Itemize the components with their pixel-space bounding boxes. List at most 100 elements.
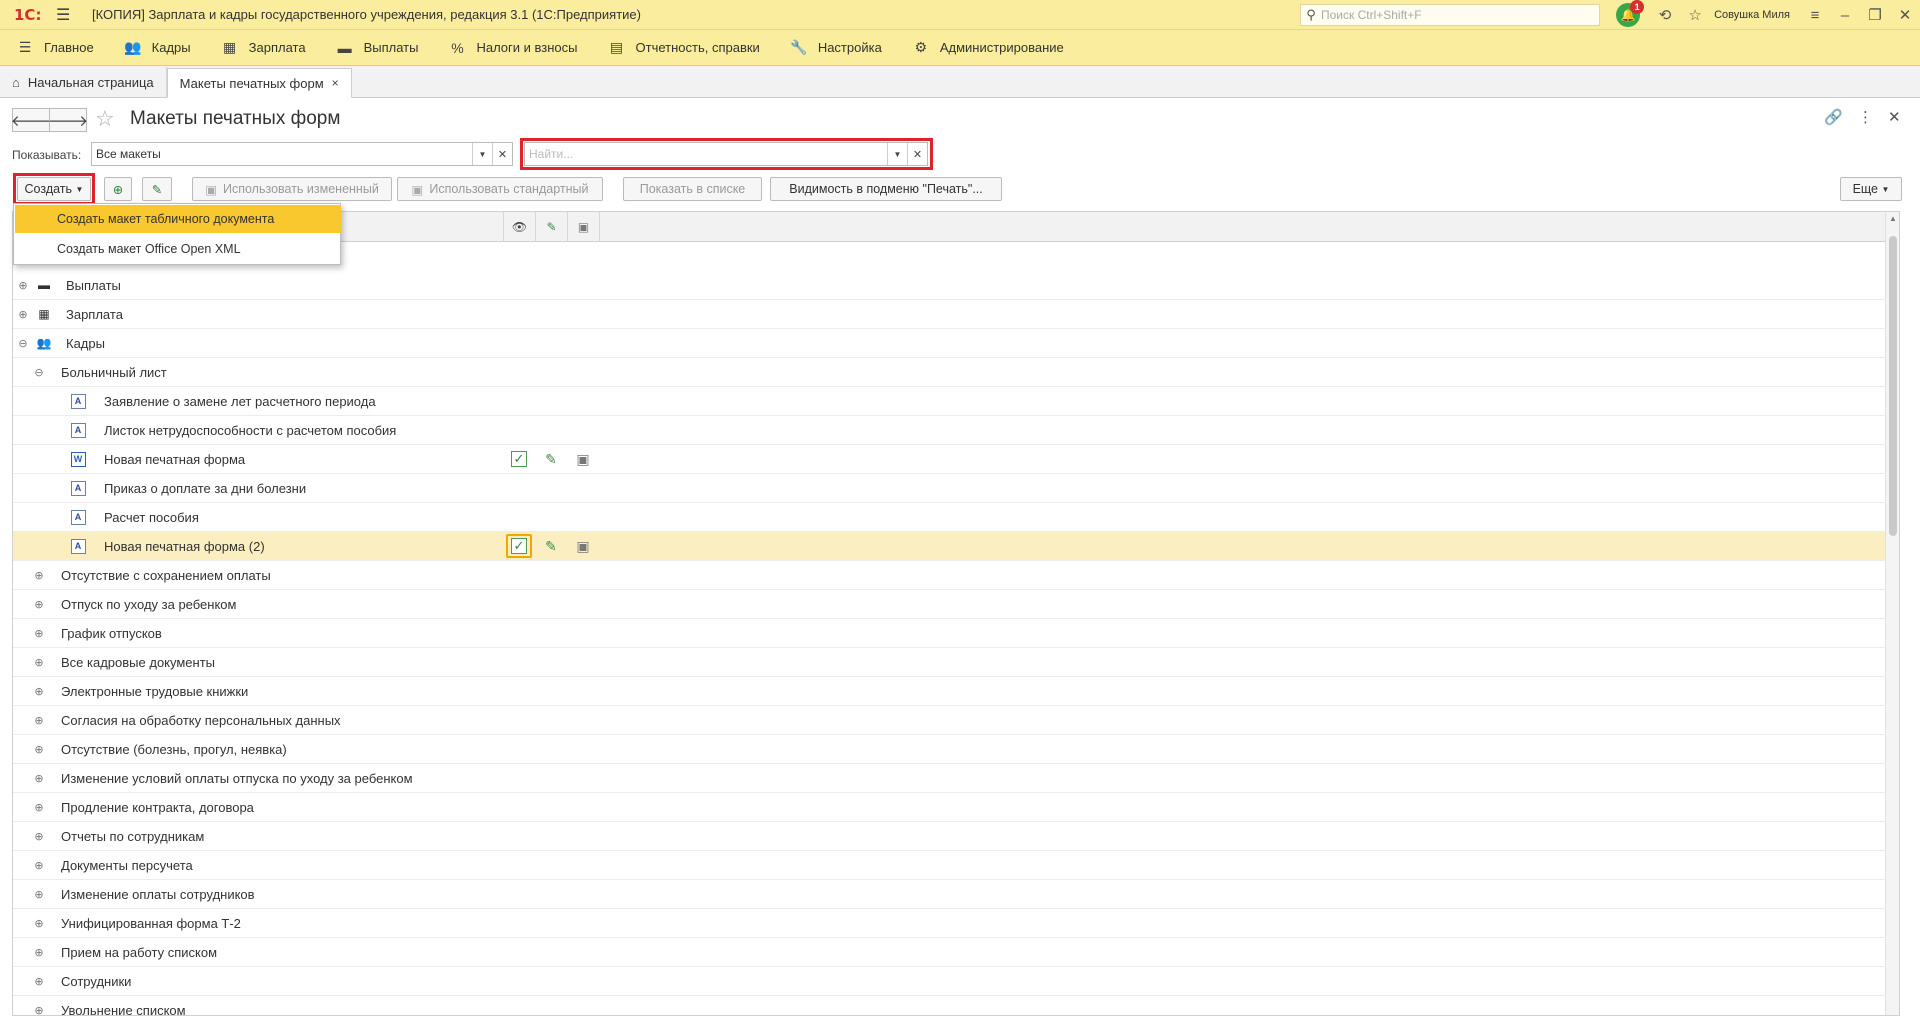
table-row[interactable]: ⊖ Больничный лист [13, 358, 1887, 387]
use-modified-button[interactable]: ▣ Использовать измененный [192, 177, 392, 201]
expand-icon[interactable]: ⊕ [33, 743, 45, 756]
table-row[interactable]: ⊕ График отпусков [13, 619, 1887, 648]
scroll-up-icon[interactable]: ▲ [1886, 212, 1899, 226]
expand-icon[interactable]: ⊕ [33, 859, 45, 872]
menu-settings[interactable]: 🔧 Настройка [774, 30, 896, 66]
table-row[interactable]: A Расчет пособия [13, 503, 1887, 532]
table-row[interactable]: ⊕ Продление контракта, договора [13, 793, 1887, 822]
close-window-icon[interactable]: ✕ [1890, 6, 1920, 24]
link-icon[interactable]: 🔗 [1824, 108, 1843, 126]
table-row[interactable]: ⊕ Унифицированная форма Т-2 [13, 909, 1887, 938]
edit-button[interactable]: ✎ [142, 177, 172, 201]
visible-checkbox[interactable]: ✓ [506, 447, 532, 471]
col-stamp-icon[interactable]: ▣ [567, 212, 599, 242]
table-row[interactable]: A Новая печатная форма (2) ✓ ✎ ▣ [13, 532, 1887, 561]
table-row[interactable]: ⊖ 👥 Кадры [13, 329, 1887, 358]
menu-payments[interactable]: ▬ Выплаты [320, 30, 433, 66]
menu-admin[interactable]: ⚙ Администрирование [896, 30, 1078, 66]
add-from-file-button[interactable]: ⊕ [104, 177, 132, 201]
expand-icon[interactable]: ⊕ [33, 946, 45, 959]
forward-button[interactable]: 🡒 [48, 108, 88, 132]
maximize-icon[interactable]: ❐ [1860, 6, 1890, 24]
edited-pencil-icon[interactable]: ✎ [538, 447, 564, 471]
favorites-star-icon[interactable]: ☆ [1680, 6, 1710, 24]
history-icon[interactable]: ⟲ [1650, 6, 1680, 24]
edited-pencil-icon[interactable]: ✎ [538, 534, 564, 558]
table-row[interactable]: A Листок нетрудоспособности с расчетом по… [13, 416, 1887, 445]
global-search-input[interactable]: ⚲ Поиск Ctrl+Shift+F [1300, 4, 1600, 26]
show-in-list-button[interactable]: Показать в списке [623, 177, 762, 201]
menu-taxes[interactable]: % Налоги и взносы [432, 30, 591, 66]
expand-icon[interactable]: ⊕ [33, 656, 45, 669]
table-row[interactable]: ⊕ Прием на работу списком [13, 938, 1887, 967]
expand-icon[interactable]: ⊕ [33, 569, 45, 582]
more-button[interactable]: Еще ▼ [1840, 177, 1902, 201]
expand-icon[interactable]: ⊕ [33, 975, 45, 988]
vertical-scrollbar[interactable]: ▲ [1885, 212, 1899, 1015]
menu-item-create-spreadsheet[interactable]: Создать макет табличного документа [15, 205, 341, 233]
expand-icon[interactable]: ⊕ [33, 714, 45, 727]
expand-icon[interactable]: ⊕ [33, 772, 45, 785]
collapse-icon[interactable]: ⊖ [17, 337, 29, 350]
minimize-icon[interactable]: – [1830, 7, 1860, 24]
expand-icon[interactable]: ⊕ [33, 888, 45, 901]
more-vertical-icon[interactable]: ⋮ [1858, 108, 1873, 126]
col-edited-icon[interactable]: ✎ [535, 212, 567, 242]
expand-icon[interactable]: ⊕ [33, 627, 45, 640]
notifications-bell-icon[interactable]: 🔔 1 [1616, 0, 1645, 27]
visibility-label: Видимость в подменю "Печать"... [789, 182, 983, 196]
favorite-star-icon[interactable]: ☆ [95, 106, 115, 132]
expand-icon[interactable]: ⊕ [33, 1004, 45, 1016]
table-row[interactable]: ⊕ Электронные трудовые книжки [13, 677, 1887, 706]
stamp-icon[interactable]: ▣ [570, 447, 596, 471]
clear-icon[interactable]: ✕ [492, 143, 512, 165]
tab-home[interactable]: ⌂ Начальная страница [0, 67, 167, 97]
menu-reports[interactable]: ▤ Отчетность, справки [592, 30, 774, 66]
dropdown-arrow-icon[interactable]: ▼ [472, 143, 492, 165]
col-visible-icon[interactable]: 👁 [503, 212, 535, 242]
table-row[interactable]: ⊕ Увольнение списком [13, 996, 1887, 1016]
menu-main[interactable]: ☰ Главное [0, 30, 108, 66]
title-bar: 1С: ☰ [КОПИЯ] Зарплата и кадры государст… [0, 0, 1920, 30]
table-row[interactable]: ⊕ Сотрудники [13, 967, 1887, 996]
scroll-thumb[interactable] [1889, 236, 1897, 536]
table-row[interactable]: A Заявление о замене лет расчетного перио… [13, 387, 1887, 416]
table-row[interactable]: A Приказ о доплате за дни болезни [13, 474, 1887, 503]
expand-icon[interactable]: ⊕ [33, 917, 45, 930]
table-row[interactable]: ⊕ Изменение условий оплаты отпуска по ухо… [13, 764, 1887, 793]
table-row[interactable]: ⊕ Отпуск по уходу за ребенком [13, 590, 1887, 619]
table-row[interactable]: ⊕ Согласия на обработку персональных данн… [13, 706, 1887, 735]
menu-hr[interactable]: 👥 Кадры [108, 30, 205, 66]
tab-close-icon[interactable]: × [332, 76, 339, 90]
visible-checkbox[interactable]: ✓ [506, 534, 532, 558]
expand-icon[interactable]: ⊕ [17, 308, 29, 321]
menu-item-create-ooxml[interactable]: Создать макет Office Open XML [15, 235, 341, 263]
table-row[interactable]: ⊕ ▬ Выплаты [13, 271, 1887, 300]
menu-salary[interactable]: ▦ Зарплата [205, 30, 320, 66]
table-row[interactable]: ⊕ Отсутствие (болезнь, прогул, неявка) [13, 735, 1887, 764]
show-select[interactable]: Все макеты ▼ ✕ [91, 142, 513, 166]
collapse-icon[interactable]: ⊖ [33, 366, 45, 379]
expand-icon[interactable]: ⊕ [17, 279, 29, 292]
table-row[interactable]: ⊕ Документы персучета [13, 851, 1887, 880]
table-row[interactable]: ⊕ Отчеты по сотрудникам [13, 822, 1887, 851]
expand-icon[interactable]: ⊕ [33, 830, 45, 843]
expand-icon[interactable]: ⊕ [33, 598, 45, 611]
templates-tree[interactable]: 👁 ✎ ▣ ⊕ ▬ Выплаты ⊕ ▦ Зарплата ⊖ 👥 Кадры ⊖ Больнич… [12, 211, 1900, 1016]
user-name[interactable]: Совушка Миля [1714, 9, 1790, 21]
expand-icon[interactable]: ⊕ [33, 801, 45, 814]
visibility-button[interactable]: Видимость в подменю "Печать"... [770, 177, 1002, 201]
table-row[interactable]: ⊕ Изменение оплаты сотрудников [13, 880, 1887, 909]
stamp-icon[interactable]: ▣ [570, 534, 596, 558]
settings-menu-icon[interactable]: ≡ [1800, 7, 1830, 24]
table-row[interactable]: ⊕ Все кадровые документы [13, 648, 1887, 677]
tab-print-templates[interactable]: Макеты печатных форм × [166, 68, 352, 98]
close-form-icon[interactable]: ✕ [1888, 108, 1901, 126]
expand-icon[interactable]: ⊕ [33, 685, 45, 698]
table-row[interactable]: W Новая печатная форма ✓ ✎ ▣ [13, 445, 1887, 474]
table-row[interactable]: ⊕ Отсутствие с сохранением оплаты [13, 561, 1887, 590]
use-standard-button[interactable]: ▣ Использовать стандартный [397, 177, 603, 201]
back-button[interactable]: 🡐 [11, 108, 51, 132]
table-row[interactable]: ⊕ ▦ Зарплата [13, 300, 1887, 329]
hamburger-menu-icon[interactable]: ☰ [56, 5, 74, 25]
